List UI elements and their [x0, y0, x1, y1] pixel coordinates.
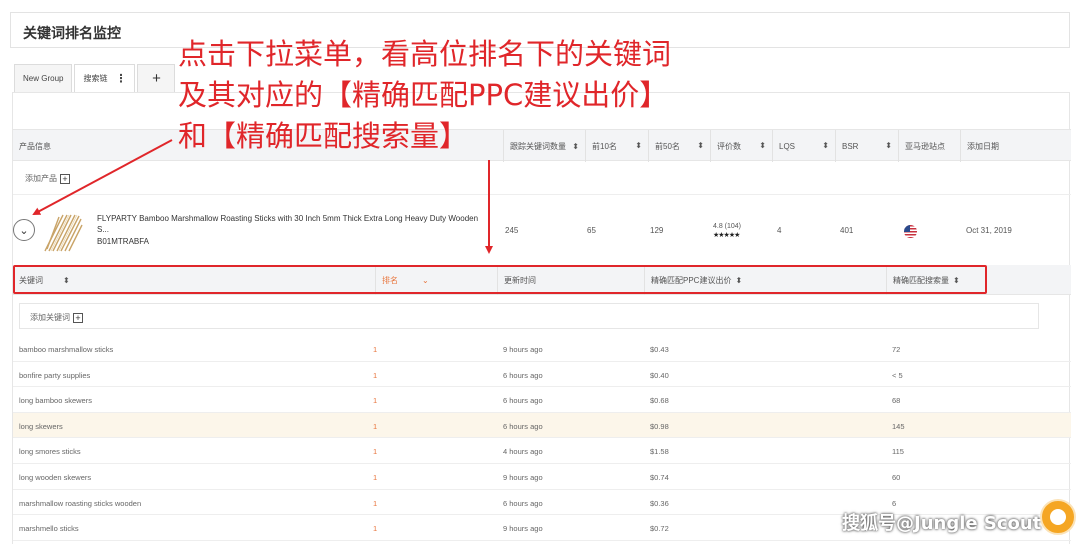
keyword-cell: long skewers	[19, 421, 63, 431]
column-header-marketplace[interactable]: 亚马逊站点	[898, 130, 960, 162]
bsr-value: 401	[840, 226, 854, 235]
more-menu-icon[interactable]: ⋮	[115, 72, 126, 85]
rank-cell: 1	[373, 345, 378, 354]
table-row[interactable]: long wooden skewers 1 9 hours ago $0.74 …	[13, 464, 1071, 490]
updated-cell: 6 hours ago	[503, 370, 543, 380]
rank-cell: 1	[373, 421, 378, 431]
table-row[interactable]: long skewers 1 6 hours ago $0.98 145	[13, 412, 1071, 439]
annotation-line: 点击下拉菜单，看高位排名下的关键词	[178, 37, 672, 71]
sort-icon[interactable]: ⬍	[822, 141, 829, 150]
watermark: 搜狐号@Jungle Scout	[842, 513, 1042, 534]
date-added-value: Oct 31, 2019	[966, 226, 1012, 235]
volume-cell: 6	[892, 498, 897, 508]
keyword-cell: bamboo marshmallow sticks	[19, 345, 114, 354]
product-row[interactable]: ⌄ FLYPARTY Bamboo Marshmallow Roasting S…	[13, 201, 1071, 263]
column-header-date-added[interactable]: 添加日期	[960, 130, 1071, 162]
product-title[interactable]: FLYPARTY Bamboo Marshmallow Roasting Sti…	[97, 213, 487, 235]
bid-cell: $0.40	[650, 370, 669, 380]
product-asin: B01MTRABFA	[97, 237, 150, 246]
updated-cell: 9 hours ago	[503, 524, 543, 534]
updated-cell: 6 hours ago	[503, 421, 543, 431]
volume-cell: 72	[892, 345, 901, 354]
sort-icon[interactable]: ⬍	[885, 141, 892, 150]
volume-cell: 145	[892, 421, 905, 431]
chevron-down-icon[interactable]: ⌄	[13, 219, 35, 241]
bid-cell: $1.58	[650, 447, 669, 457]
plus-icon: +	[60, 173, 70, 184]
star-rating-icon: ★★★★★	[713, 232, 740, 239]
sort-icon[interactable]: ⬍	[759, 141, 766, 150]
annotation-line: 及其对应的【精确匹配PPC建议出价】	[178, 78, 669, 112]
help-chat-button[interactable]	[1040, 499, 1076, 535]
group-tabs: New Group 搜索链 ⋮ +	[14, 64, 177, 92]
tab-new-group[interactable]: New Group	[14, 64, 73, 92]
bid-cell: $0.72	[650, 524, 669, 534]
column-header-reviews[interactable]: 评价数 ⬍	[710, 130, 772, 162]
volume-cell: < 5	[892, 370, 903, 380]
rank-cell: 1	[373, 396, 378, 406]
tab-search-chain[interactable]: 搜索链 ⋮	[74, 64, 136, 92]
rank-cell: 1	[373, 447, 378, 457]
bid-cell: $0.36	[650, 498, 669, 508]
bid-cell: $0.74	[650, 472, 669, 482]
keyword-cell: marshmallow roasting sticks wooden	[19, 498, 142, 508]
rank-cell: 1	[373, 370, 378, 380]
updated-cell: 6 hours ago	[503, 498, 543, 508]
table-row[interactable]: long bamboo skewers 1 6 hours ago $0.68 …	[13, 387, 1071, 413]
column-header-bsr[interactable]: BSR ⬍	[835, 130, 898, 162]
rating-value: 4.8 (104)	[713, 223, 742, 230]
keyword-cell: long bamboo skewers	[19, 396, 92, 406]
add-keyword-button[interactable]: 添加关键词 +	[30, 312, 83, 323]
updated-cell: 9 hours ago	[503, 472, 543, 482]
table-row[interactable]: bamboo marshmallow sticks 1 9 hours ago …	[13, 336, 1071, 362]
updated-cell: 4 hours ago	[503, 447, 543, 457]
product-thumbnail	[44, 214, 83, 252]
top10-value: 65	[587, 226, 596, 235]
top50-value: 129	[650, 226, 664, 235]
tab-label: New Group	[23, 74, 64, 83]
table-row[interactable]: long smores sticks 1 4 hours ago $1.58 1…	[13, 438, 1071, 464]
keyword-cell: marshmello sticks	[19, 524, 79, 534]
add-tab-button[interactable]: +	[137, 64, 176, 92]
lqs-value: 4	[777, 226, 782, 235]
updated-cell: 9 hours ago	[503, 345, 543, 354]
keyword-cell: long wooden skewers	[19, 472, 92, 482]
plus-icon: +	[73, 312, 83, 323]
tracking-panel: 产品信息 跟踪关键词数量 ⬍ 前10名 ⬍ 前50名 ⬍ 评价数 ⬍ LQS ⬍ BSR ⬍…	[12, 92, 1071, 544]
add-product-row: 添加产品 +	[13, 161, 1071, 195]
tracked-keywords-value: 245	[505, 226, 519, 235]
us-flag-icon	[904, 225, 917, 238]
rank-cell: 1	[373, 498, 378, 508]
bid-cell: $0.43	[650, 345, 669, 354]
volume-cell: 115	[892, 447, 904, 457]
sort-icon[interactable]: ⬍	[697, 141, 704, 150]
rank-cell: 1	[373, 524, 378, 534]
add-product-button[interactable]: 添加产品 +	[25, 173, 70, 184]
rank-cell: 1	[373, 472, 378, 482]
table-row[interactable]: bonfire party supplies 1 6 hours ago $0.…	[13, 362, 1071, 388]
column-header-lqs[interactable]: LQS ⬍	[772, 130, 835, 162]
annotation-text: 点击下拉菜单，看高位排名下的关键词 及其对应的【精确匹配PPC建议出价】 和【精…	[178, 34, 671, 157]
volume-cell: 60	[892, 472, 901, 482]
tab-label: 搜索链	[83, 74, 108, 83]
annotation-highlight-box	[13, 265, 987, 294]
updated-cell: 6 hours ago	[503, 396, 543, 406]
bid-cell: $0.98	[650, 421, 669, 431]
rating: 4.8 (104) ★★★★★	[713, 222, 741, 240]
keyword-cell: long smores sticks	[19, 447, 81, 457]
keyword-cell: bonfire party supplies	[19, 370, 91, 380]
annotation-line: 和【精确匹配搜索量】	[178, 119, 469, 153]
page-title: 关键词排名监控	[23, 26, 121, 42]
bid-cell: $0.68	[650, 396, 669, 406]
volume-cell: 68	[892, 396, 901, 406]
add-keyword-row: 添加关键词 +	[19, 303, 1039, 329]
